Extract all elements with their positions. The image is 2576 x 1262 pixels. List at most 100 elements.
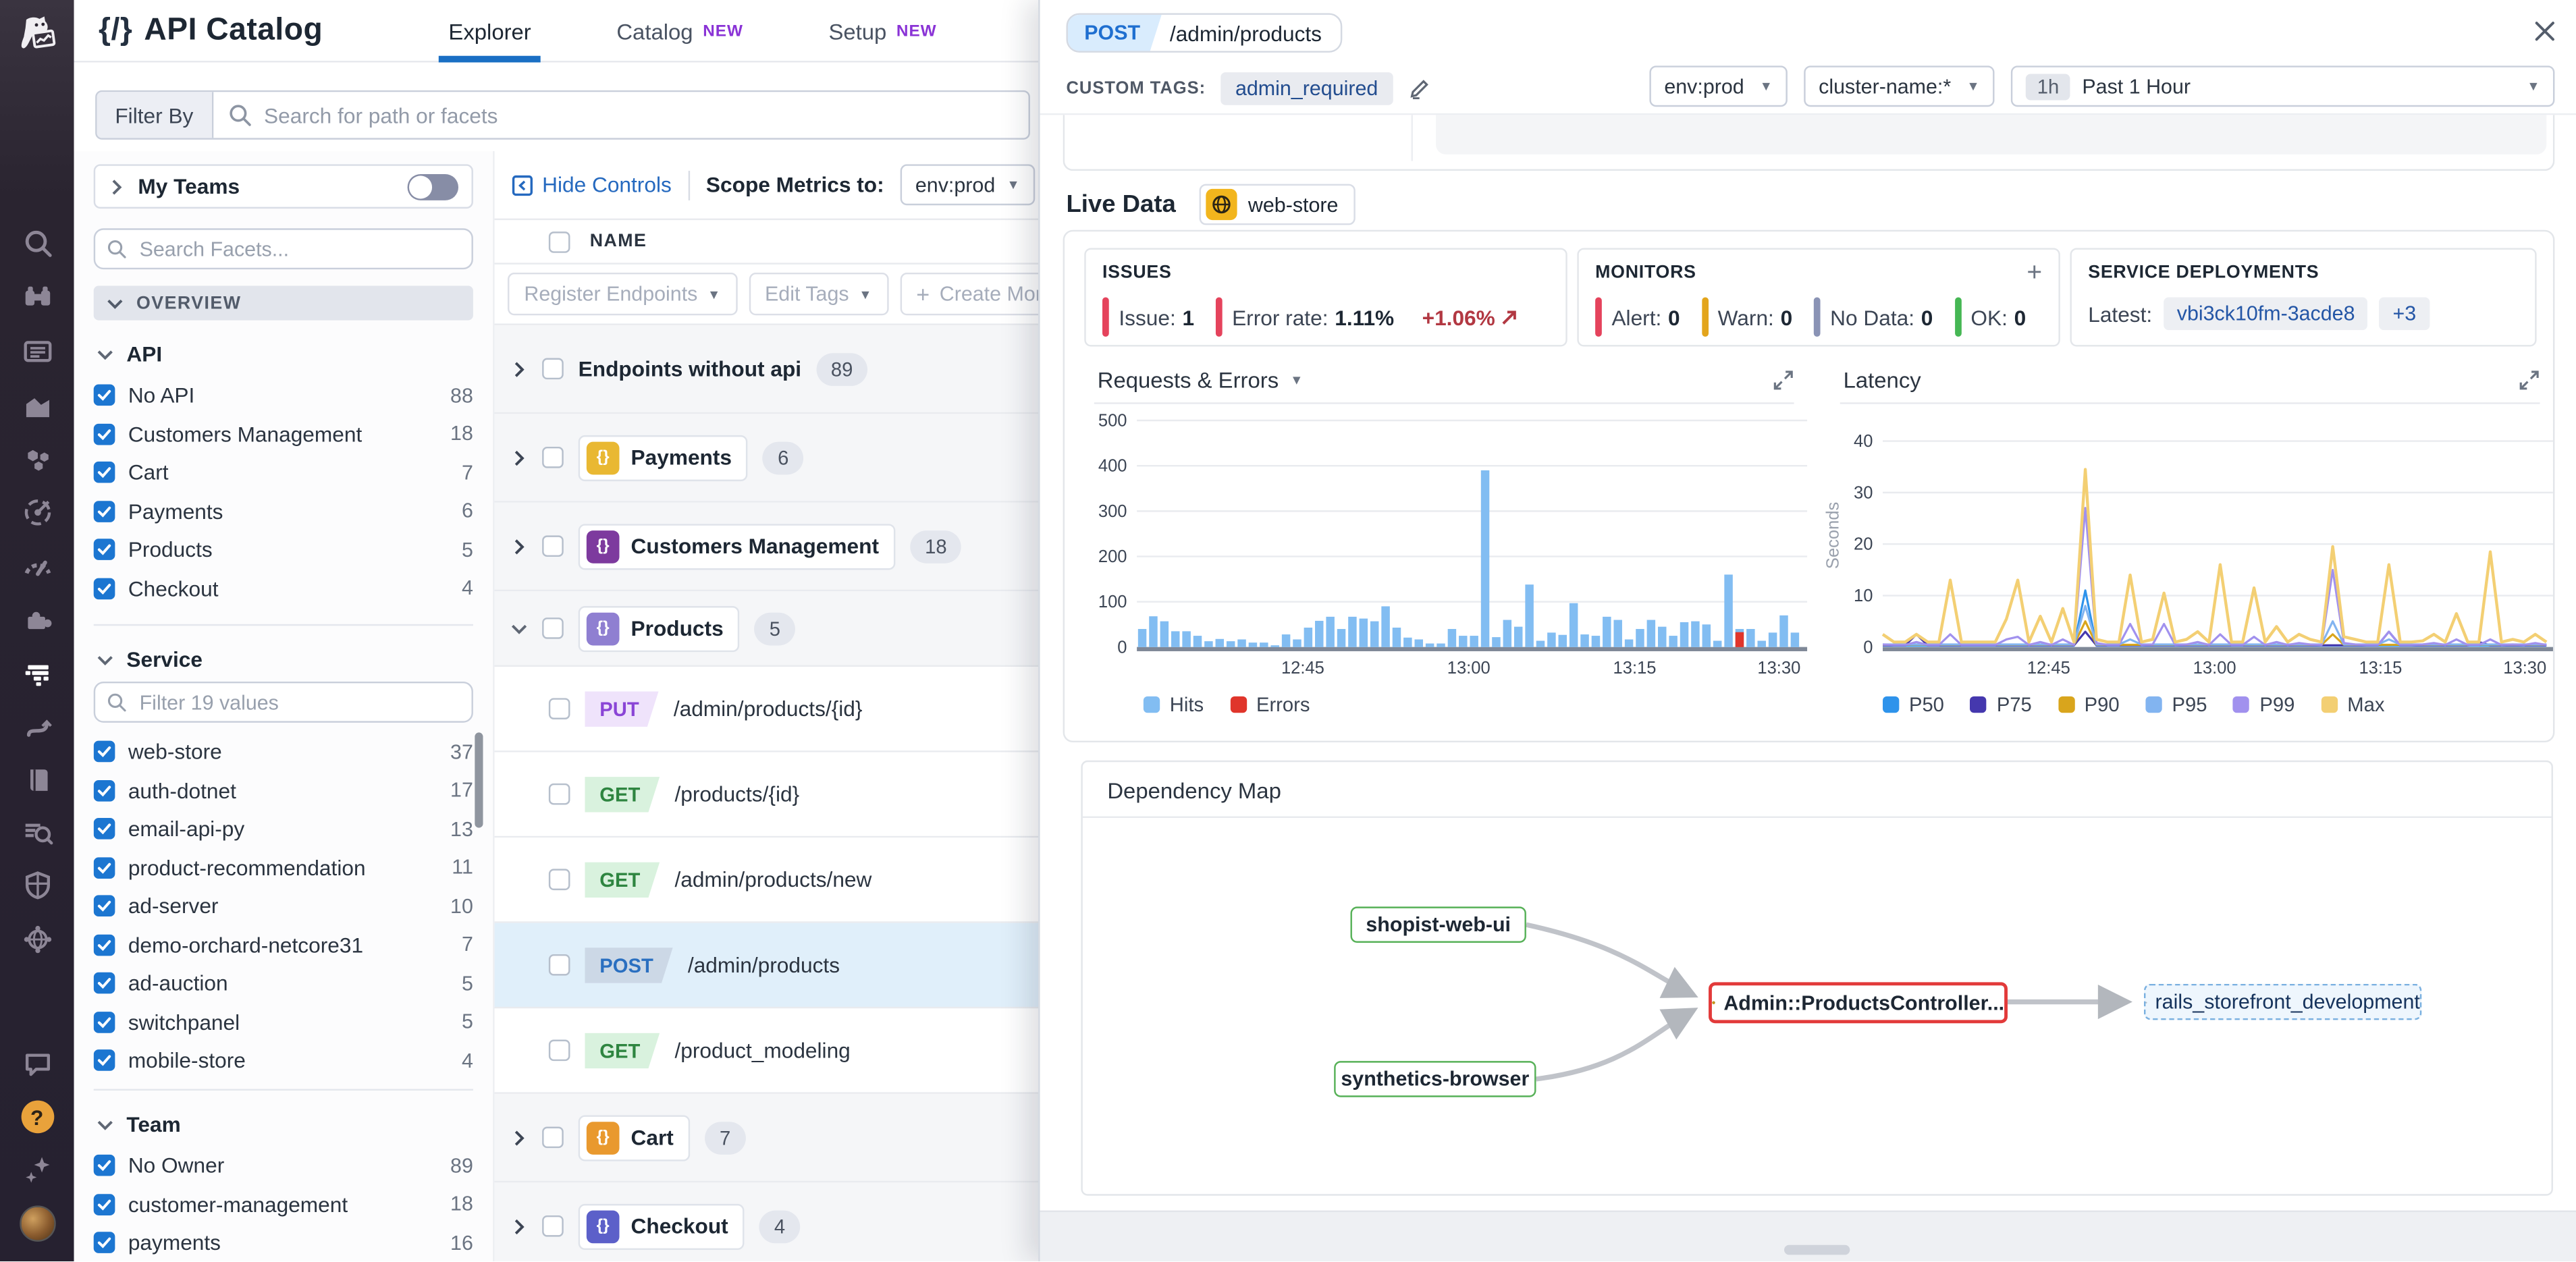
metrics-chart-icon[interactable] bbox=[0, 383, 74, 429]
ci-pipelines-icon[interactable] bbox=[0, 705, 74, 750]
network-globe-icon[interactable] bbox=[0, 916, 74, 962]
checked-checkbox[interactable] bbox=[94, 1194, 115, 1215]
row-checkbox[interactable] bbox=[542, 535, 564, 557]
legend-item[interactable]: Errors bbox=[1230, 693, 1310, 716]
checked-checkbox[interactable] bbox=[94, 857, 115, 879]
row-checkbox[interactable] bbox=[549, 954, 570, 976]
node-synthetics-browser[interactable]: synthetics-browser bbox=[1334, 1061, 1536, 1097]
facet-group-service[interactable]: Service bbox=[97, 647, 473, 672]
integrations-puzzle-icon[interactable] bbox=[0, 596, 74, 642]
row-checkbox[interactable] bbox=[549, 869, 570, 890]
api-chip[interactable]: {}Products bbox=[579, 605, 740, 651]
legend-item[interactable]: P75 bbox=[1970, 693, 2032, 716]
facet-item[interactable]: product-recommendation11 bbox=[94, 848, 473, 887]
logs-book-icon[interactable] bbox=[0, 757, 74, 803]
chevron-right-icon[interactable] bbox=[511, 360, 527, 377]
facet-item[interactable]: ad-auction5 bbox=[94, 964, 473, 1003]
close-icon[interactable] bbox=[2531, 18, 2558, 45]
chat-icon[interactable] bbox=[0, 1041, 74, 1087]
chevron-right-icon[interactable] bbox=[511, 449, 527, 466]
table-row-endpoint[interactable]: GET/products/{id} bbox=[495, 752, 1039, 838]
chevron-right-icon[interactable] bbox=[511, 1218, 527, 1234]
select-all-checkbox[interactable] bbox=[549, 231, 570, 252]
api-catalog-icon[interactable] bbox=[0, 651, 74, 696]
row-checkbox[interactable] bbox=[549, 698, 570, 719]
legend-item[interactable]: Max bbox=[2321, 693, 2384, 716]
legend-item[interactable]: P90 bbox=[2058, 693, 2120, 716]
api-chip[interactable]: {}Checkout bbox=[579, 1203, 745, 1249]
chevron-right-icon[interactable] bbox=[511, 538, 527, 554]
table-row-group[interactable]: {}Cart7 bbox=[495, 1094, 1039, 1182]
chevron-down-icon[interactable]: ▼ bbox=[1290, 372, 1303, 387]
chevron-right-icon[interactable] bbox=[511, 1129, 527, 1145]
edit-tags-button[interactable]: Edit Tags▼ bbox=[749, 273, 888, 315]
my-teams-toggle-row[interactable]: My Teams bbox=[94, 164, 473, 209]
facet-search-input[interactable] bbox=[136, 236, 460, 262]
security-shield-icon[interactable] bbox=[0, 862, 74, 908]
row-checkbox[interactable] bbox=[549, 1040, 570, 1062]
row-checkbox[interactable] bbox=[542, 447, 564, 468]
checked-checkbox[interactable] bbox=[94, 779, 115, 801]
infrastructure-hexagons-icon[interactable] bbox=[0, 437, 74, 483]
tab-explorer[interactable]: Explorer bbox=[448, 0, 531, 62]
table-row-group[interactable]: Endpoints without api89 bbox=[495, 325, 1039, 414]
table-row-endpoint[interactable]: PUT/admin/products/{id} bbox=[495, 667, 1039, 752]
checked-checkbox[interactable] bbox=[94, 578, 115, 599]
my-teams-switch[interactable] bbox=[408, 173, 458, 200]
checked-checkbox[interactable] bbox=[94, 1232, 115, 1254]
table-row-group[interactable]: {}Customers Management18 bbox=[495, 503, 1039, 591]
scope-env-dropdown[interactable]: env:prod▼ bbox=[901, 164, 1035, 205]
row-checkbox[interactable] bbox=[542, 1215, 564, 1237]
api-chip[interactable]: {}Customers Management bbox=[579, 523, 896, 569]
scrollbar-handle[interactable] bbox=[1784, 1245, 1850, 1255]
facet-group-api[interactable]: API bbox=[97, 341, 473, 366]
dashboards-gauge-icon[interactable] bbox=[0, 544, 74, 590]
checked-checkbox[interactable] bbox=[94, 819, 115, 840]
datadog-logo-icon[interactable] bbox=[0, 0, 74, 74]
facet-item[interactable]: Customers Management18 bbox=[94, 415, 473, 454]
time-range-dropdown[interactable]: 1hPast 1 Hour▼ bbox=[2011, 65, 2555, 107]
table-row-group[interactable]: {}Checkout4 bbox=[495, 1182, 1039, 1261]
avatar-icon[interactable] bbox=[0, 1201, 74, 1246]
table-row-endpoint[interactable]: GET/admin/products/new bbox=[495, 838, 1039, 923]
edit-pencil-icon[interactable] bbox=[1407, 77, 1430, 100]
api-chip[interactable]: {}Payments bbox=[579, 435, 749, 481]
env-filter-dropdown[interactable]: env:prod▼ bbox=[1649, 65, 1787, 107]
tab-catalog[interactable]: CatalogNEW bbox=[616, 0, 743, 62]
facet-item[interactable]: Checkout4 bbox=[94, 569, 473, 607]
checked-checkbox[interactable] bbox=[94, 1050, 115, 1072]
deployment-more-chip[interactable]: +3 bbox=[2380, 297, 2430, 330]
checked-checkbox[interactable] bbox=[94, 501, 115, 522]
node-shopist-web-ui[interactable]: shopist-web-ui bbox=[1351, 906, 1526, 943]
table-row-endpoint[interactable]: GET/product_modeling bbox=[495, 1008, 1039, 1094]
legend-item[interactable]: P99 bbox=[2233, 693, 2295, 716]
checked-checkbox[interactable] bbox=[94, 462, 115, 483]
search-input[interactable] bbox=[261, 101, 1028, 129]
add-monitor-button[interactable]: + bbox=[2027, 263, 2042, 285]
checked-checkbox[interactable] bbox=[94, 385, 115, 406]
facet-item[interactable]: ad-server10 bbox=[94, 887, 473, 925]
checked-checkbox[interactable] bbox=[94, 423, 115, 445]
checked-checkbox[interactable] bbox=[94, 1155, 115, 1176]
row-checkbox[interactable] bbox=[542, 1127, 564, 1149]
facet-item[interactable]: auth-dotnet17 bbox=[94, 771, 473, 810]
facet-item[interactable]: Payments6 bbox=[94, 492, 473, 530]
legend-item[interactable]: Hits bbox=[1144, 693, 1204, 716]
facet-item[interactable]: Cart7 bbox=[94, 454, 473, 492]
facet-item[interactable]: customer-management18 bbox=[94, 1185, 473, 1224]
checked-checkbox[interactable] bbox=[94, 896, 115, 917]
watchdog-binoculars-icon[interactable] bbox=[0, 274, 74, 320]
facet-group-team[interactable]: Team bbox=[97, 1112, 473, 1137]
node-admin-products-controller[interactable]: Admin::ProductsController... bbox=[1709, 982, 2008, 1023]
facet-item[interactable]: switchpanel5 bbox=[94, 1003, 473, 1041]
create-monitor-button[interactable]: +Create Monitor bbox=[900, 273, 1038, 315]
table-row-group[interactable]: {}Products5 bbox=[495, 591, 1039, 667]
checked-checkbox[interactable] bbox=[94, 741, 115, 763]
deployment-version-chip[interactable]: vbi3ck10fm-3acde8 bbox=[2164, 297, 2368, 330]
register-endpoints-button[interactable]: Register Endpoints▼ bbox=[508, 273, 737, 315]
facet-item[interactable]: email-api-py13 bbox=[94, 810, 473, 848]
service-filter-input[interactable] bbox=[136, 689, 460, 715]
apm-target-icon[interactable] bbox=[0, 489, 74, 535]
row-checkbox[interactable] bbox=[549, 784, 570, 805]
custom-tag-chip[interactable]: admin_required bbox=[1220, 72, 1393, 105]
